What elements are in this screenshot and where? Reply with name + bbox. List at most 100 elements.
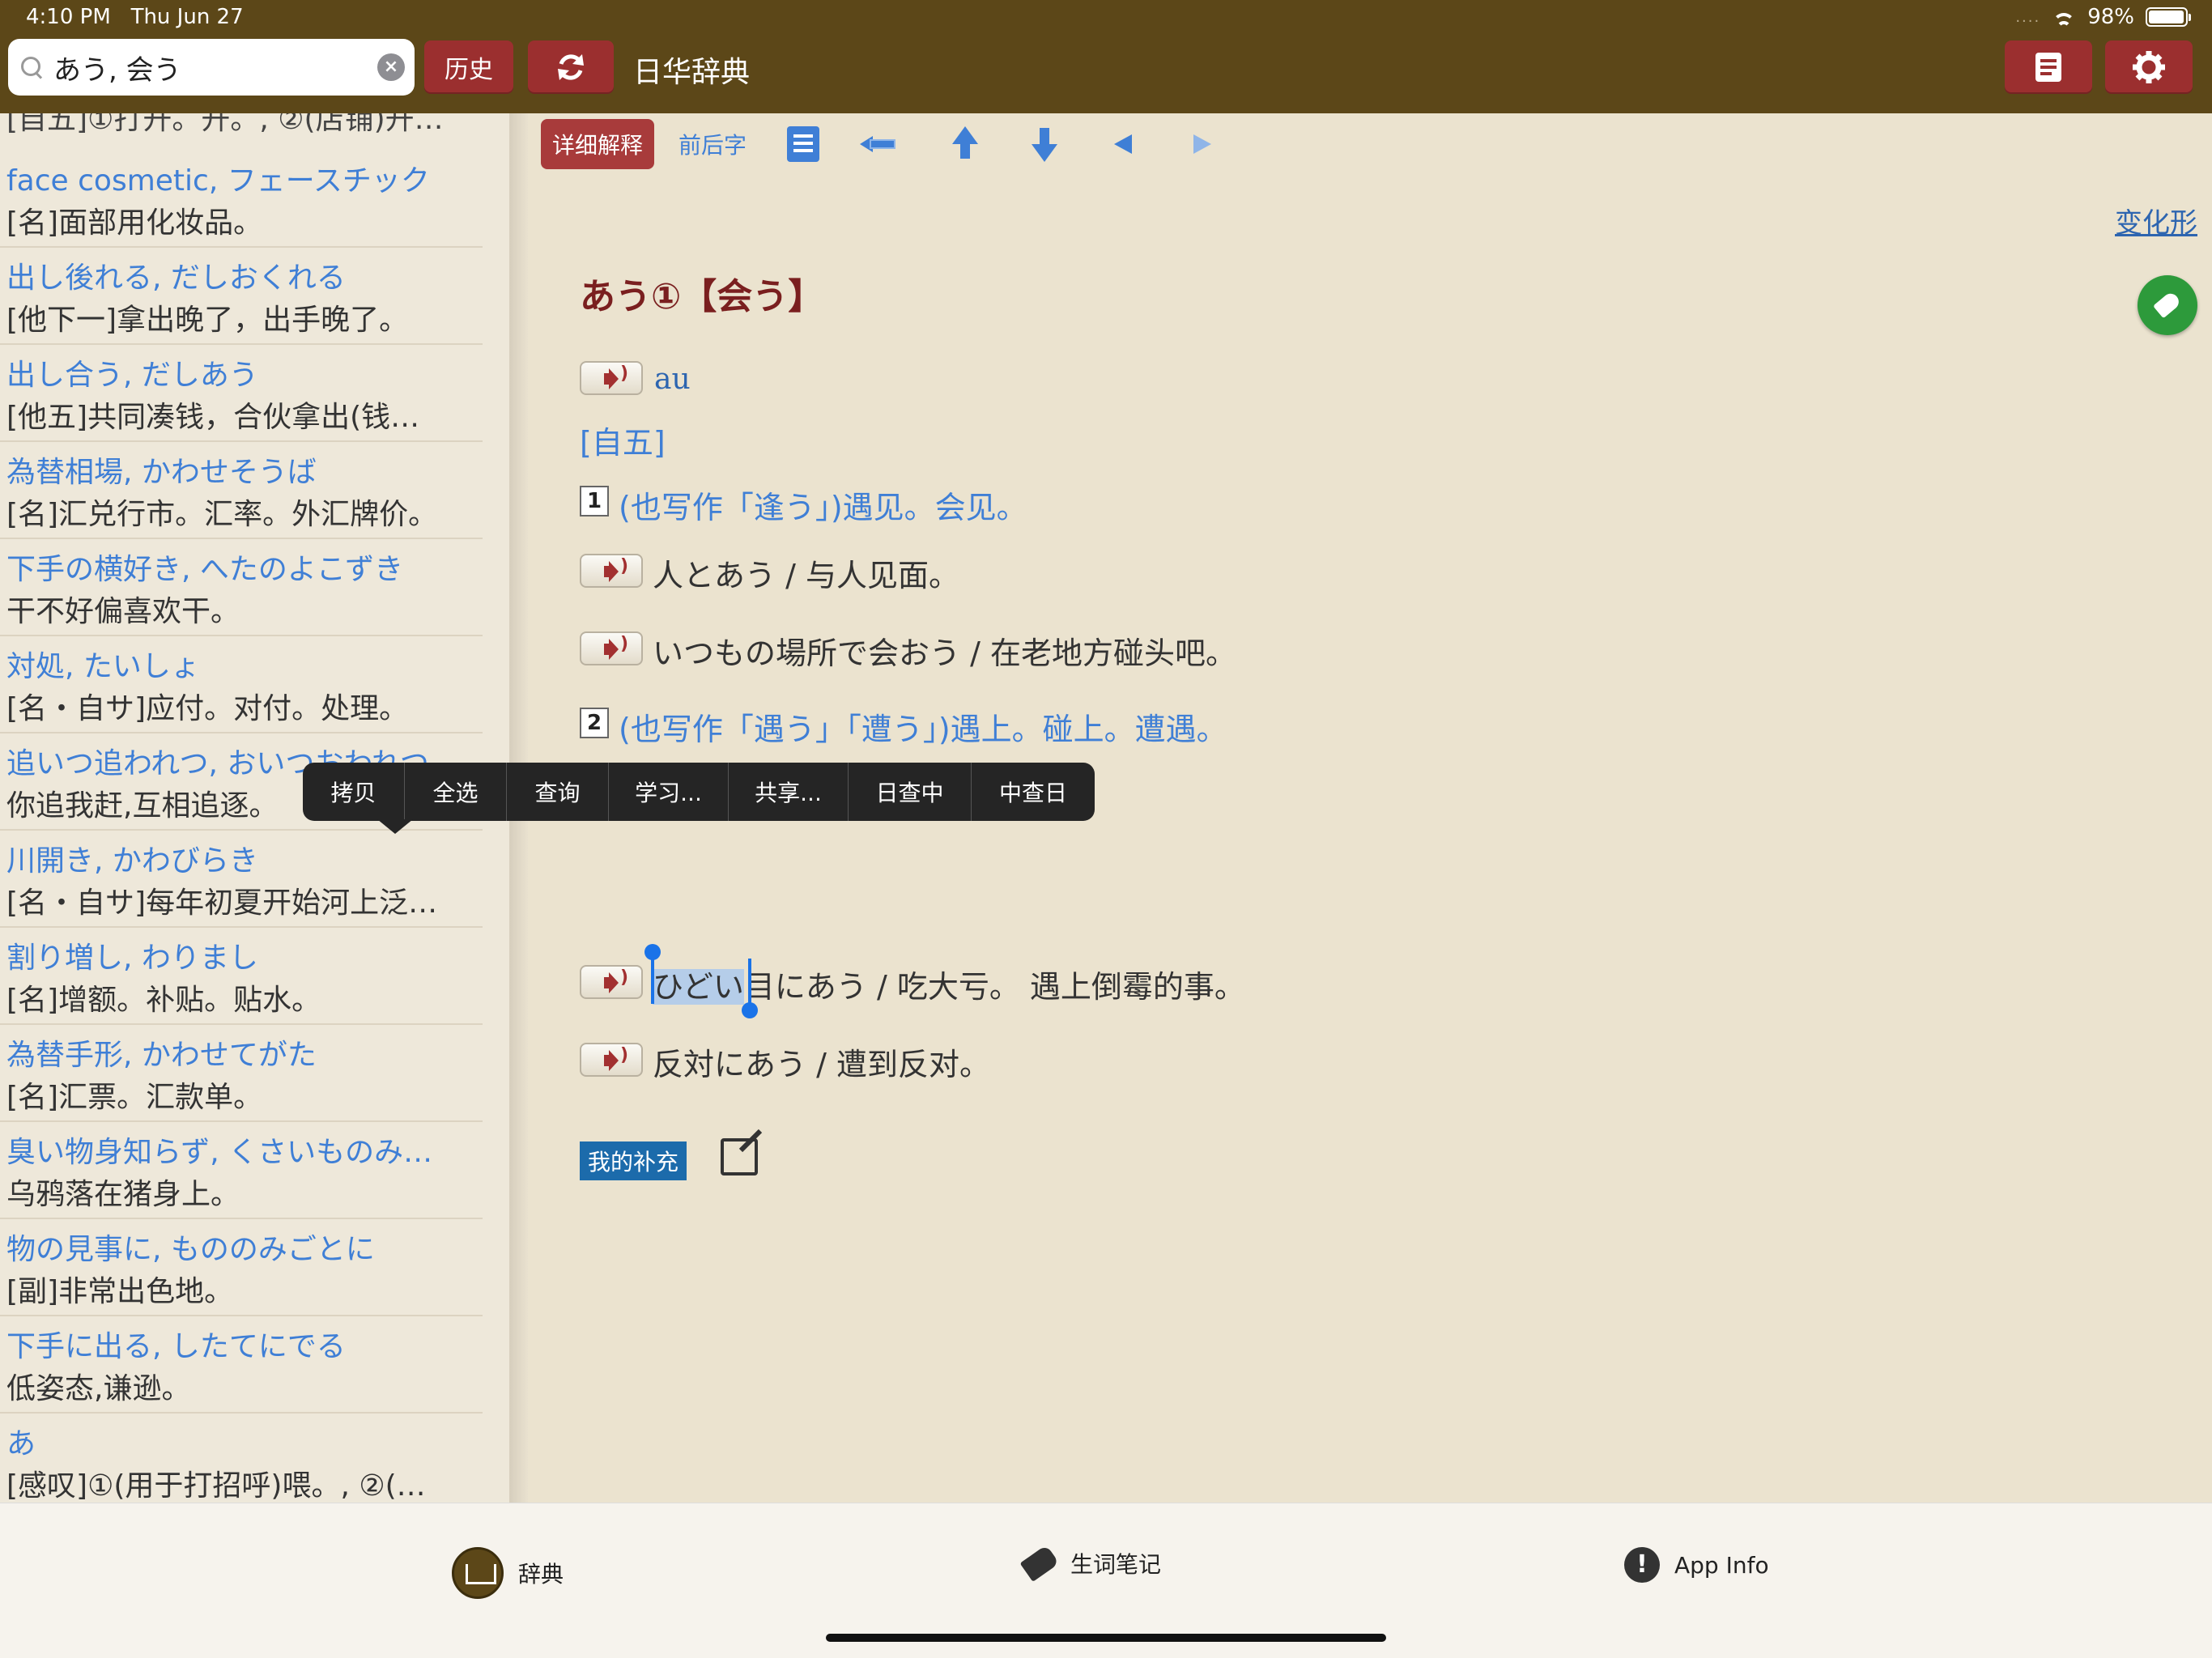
document-icon[interactable] bbox=[787, 126, 820, 162]
menu-select-all[interactable]: 全选 bbox=[405, 763, 507, 821]
speaker-icon[interactable] bbox=[580, 965, 643, 999]
settings-button[interactable] bbox=[2105, 40, 2193, 94]
speaker-icon[interactable] bbox=[580, 361, 643, 395]
list-item[interactable]: 臭い物身知らず, くさいものみ… 乌鸦落在猪身上。 bbox=[0, 1122, 483, 1219]
gear-icon bbox=[2133, 51, 2165, 83]
entry-toolbar: 详细解释 前后字 bbox=[541, 117, 1223, 172]
list-item[interactable]: 為替手形, かわせてがた [名]汇票。汇款单。 bbox=[0, 1025, 483, 1122]
detail-explanation-button[interactable]: 详细解释 bbox=[541, 119, 655, 169]
headword: あう①【会う】 bbox=[580, 276, 824, 317]
tab-label: 辞典 bbox=[518, 1561, 564, 1588]
sense-number: 2 bbox=[580, 708, 609, 738]
example-sentence: いつもの場所で会おう / 在老地方碰头吧。 bbox=[653, 636, 1236, 671]
wifi-icon bbox=[2052, 8, 2076, 26]
list-item[interactable]: あ [感叹]①(用于打招呼)喂。, ②(… bbox=[0, 1414, 483, 1503]
list-item-term: 出し合う, だしあう bbox=[6, 359, 258, 392]
left-triangle-icon[interactable] bbox=[1104, 125, 1143, 164]
list-item[interactable]: 下手の横好き, へたのよこずき 干不好偏喜欢干。 bbox=[0, 539, 483, 636]
tag-icon bbox=[1019, 1545, 1060, 1582]
info-icon: ! bbox=[1624, 1547, 1660, 1583]
list-item-definition: [名]增额。补贴。贴水。 bbox=[6, 984, 321, 1017]
list-item-definition: [名・自サ]应付。对付。处理。 bbox=[6, 692, 409, 725]
speaker-icon[interactable] bbox=[580, 554, 643, 588]
list-item[interactable]: 出し合う, だしあう [他五]共同凑钱，合伙拿出(钱… bbox=[0, 345, 483, 442]
example-sentence: 人とあう / 与人见面。 bbox=[653, 558, 959, 593]
menu-pointer bbox=[377, 819, 413, 834]
list-item-definition: [名・自サ]每年初夏开始河上泛… bbox=[6, 886, 438, 920]
speaker-icon[interactable] bbox=[580, 631, 643, 665]
down-arrow-icon[interactable] bbox=[1025, 125, 1064, 164]
menu-jp-to-cn[interactable]: 日查中 bbox=[849, 763, 972, 821]
list-item-definition: [名]面部用化妆品。 bbox=[6, 206, 263, 240]
list-item-term: 割り増し, わりまし bbox=[6, 942, 258, 975]
tab-label: 生词笔记 bbox=[1070, 1551, 1162, 1578]
edit-note-icon[interactable] bbox=[721, 1138, 758, 1175]
conjugation-link[interactable]: 变化形 bbox=[2115, 201, 2197, 240]
list-item[interactable]: 割り増し, わりまし [名]增额。补贴。贴水。 bbox=[0, 928, 483, 1025]
adjacent-words-button[interactable]: 前后字 bbox=[678, 128, 747, 160]
tag-icon bbox=[2153, 290, 2182, 319]
menu-share[interactable]: 共享... bbox=[729, 763, 849, 821]
sense-definition: (也写作「逢う」)遇见。会见。 bbox=[619, 490, 1027, 525]
tab-label: App Info bbox=[1674, 1551, 1769, 1579]
search-input[interactable] bbox=[53, 51, 369, 83]
example-sentence[interactable]: ひどい目にあう / 吃大亏。 遇上倒霉的事。 bbox=[653, 962, 1245, 1006]
refresh-button[interactable] bbox=[528, 40, 614, 94]
menu-learn[interactable]: 学习... bbox=[609, 763, 729, 821]
list-item-term: 物の見事に, もののみごとに bbox=[6, 1233, 375, 1266]
list-item[interactable]: 出し後れる, だしおくれる [他下一]拿出晚了，出手晚了。 bbox=[0, 248, 483, 345]
menu-cn-to-jp[interactable]: 中查日 bbox=[972, 763, 1095, 821]
status-indicators: .... 98% bbox=[2015, 5, 2191, 29]
list-item-definition: 乌鸦落在猪身上。 bbox=[6, 1178, 240, 1211]
top-bar: 4:10 PM Thu Jun 27 .... 98% × 历史 日华辞典 bbox=[0, 0, 2212, 113]
menu-copy[interactable]: 拷贝 bbox=[303, 763, 405, 821]
list-item-term: 下手の横好き, へたのよこずき bbox=[6, 553, 404, 586]
up-arrow-icon[interactable] bbox=[946, 125, 985, 164]
app-title: 日华辞典 bbox=[633, 56, 751, 89]
battery-icon bbox=[2146, 7, 2191, 27]
list-item[interactable]: 物の見事に, もののみごとに [副]非常出色地。 bbox=[0, 1219, 483, 1316]
sense-number: 1 bbox=[580, 486, 609, 517]
history-button[interactable]: 历史 bbox=[424, 40, 513, 94]
tab-app-info[interactable]: ! App Info bbox=[1624, 1547, 1769, 1583]
add-tag-button[interactable] bbox=[2138, 275, 2197, 335]
list-item[interactable]: face cosmetic, フェースチック [名]面部用化妆品。 bbox=[0, 151, 483, 248]
notebook-icon bbox=[2035, 53, 2061, 82]
tab-dictionary[interactable]: 辞典 bbox=[452, 1547, 564, 1599]
selected-text[interactable]: ひどい bbox=[653, 969, 744, 1005]
speaker-icon[interactable] bbox=[580, 1043, 643, 1077]
list-item-term: 下手に出る, したてにでる bbox=[6, 1330, 346, 1363]
list-item[interactable]: 川開き, かわびらき [名・自サ]每年初夏开始河上泛… bbox=[0, 831, 483, 928]
list-item-partial[interactable]: [自五]①打开。开。, ②(店铺)开… bbox=[6, 113, 444, 138]
cellular-dots-icon: .... bbox=[2015, 8, 2041, 26]
tab-vocab-notes[interactable]: 生词笔记 bbox=[1019, 1545, 1162, 1582]
notebook-button[interactable] bbox=[2005, 40, 2092, 94]
swap-icon[interactable] bbox=[860, 125, 905, 164]
list-item-term: 川開き, かわびらき bbox=[6, 844, 258, 878]
right-triangle-icon[interactable] bbox=[1184, 125, 1223, 164]
part-of-speech: [自五] bbox=[580, 425, 666, 461]
list-item-term: あ bbox=[6, 1427, 36, 1460]
status-time: 4:10 PM Thu Jun 27 bbox=[26, 5, 244, 29]
list-item-definition: 低姿态,谦逊。 bbox=[6, 1372, 191, 1405]
text-context-menu: 拷贝 全选 查询 学习... 共享... 日查中 中查日 bbox=[303, 763, 1095, 821]
list-item-definition: 干不好偏喜欢干。 bbox=[6, 595, 240, 628]
list-item[interactable]: 為替相場, かわせそうば [名]汇兑行市。汇率。外汇牌价。 bbox=[0, 442, 483, 539]
battery-percent: 98% bbox=[2087, 5, 2134, 29]
home-indicator[interactable] bbox=[826, 1634, 1386, 1642]
search-box[interactable]: × bbox=[8, 39, 415, 96]
list-item[interactable]: 対処, たいしょ [名・自サ]应付。对付。处理。 bbox=[0, 636, 483, 733]
selection-end-handle[interactable] bbox=[742, 959, 758, 1018]
example-sentence: 反対にあう / 遭到反对。 bbox=[653, 1047, 990, 1082]
refresh-icon bbox=[558, 54, 584, 80]
clear-search-icon[interactable]: × bbox=[377, 53, 405, 81]
list-item-term: 為替相場, かわせそうば bbox=[6, 456, 317, 489]
status-clock: 4:10 PM bbox=[26, 5, 111, 29]
list-item-definition: [他下一]拿出晚了，出手晚了。 bbox=[6, 304, 409, 337]
search-icon bbox=[19, 55, 44, 79]
selection-start-handle[interactable] bbox=[644, 944, 661, 1004]
list-item-term: 対処, たいしょ bbox=[6, 650, 200, 683]
list-item-term: 為替手形, かわせてがた bbox=[6, 1039, 317, 1072]
list-item[interactable]: 下手に出る, したてにでる 低姿态,谦逊。 bbox=[0, 1316, 483, 1414]
menu-lookup[interactable]: 查询 bbox=[507, 763, 609, 821]
